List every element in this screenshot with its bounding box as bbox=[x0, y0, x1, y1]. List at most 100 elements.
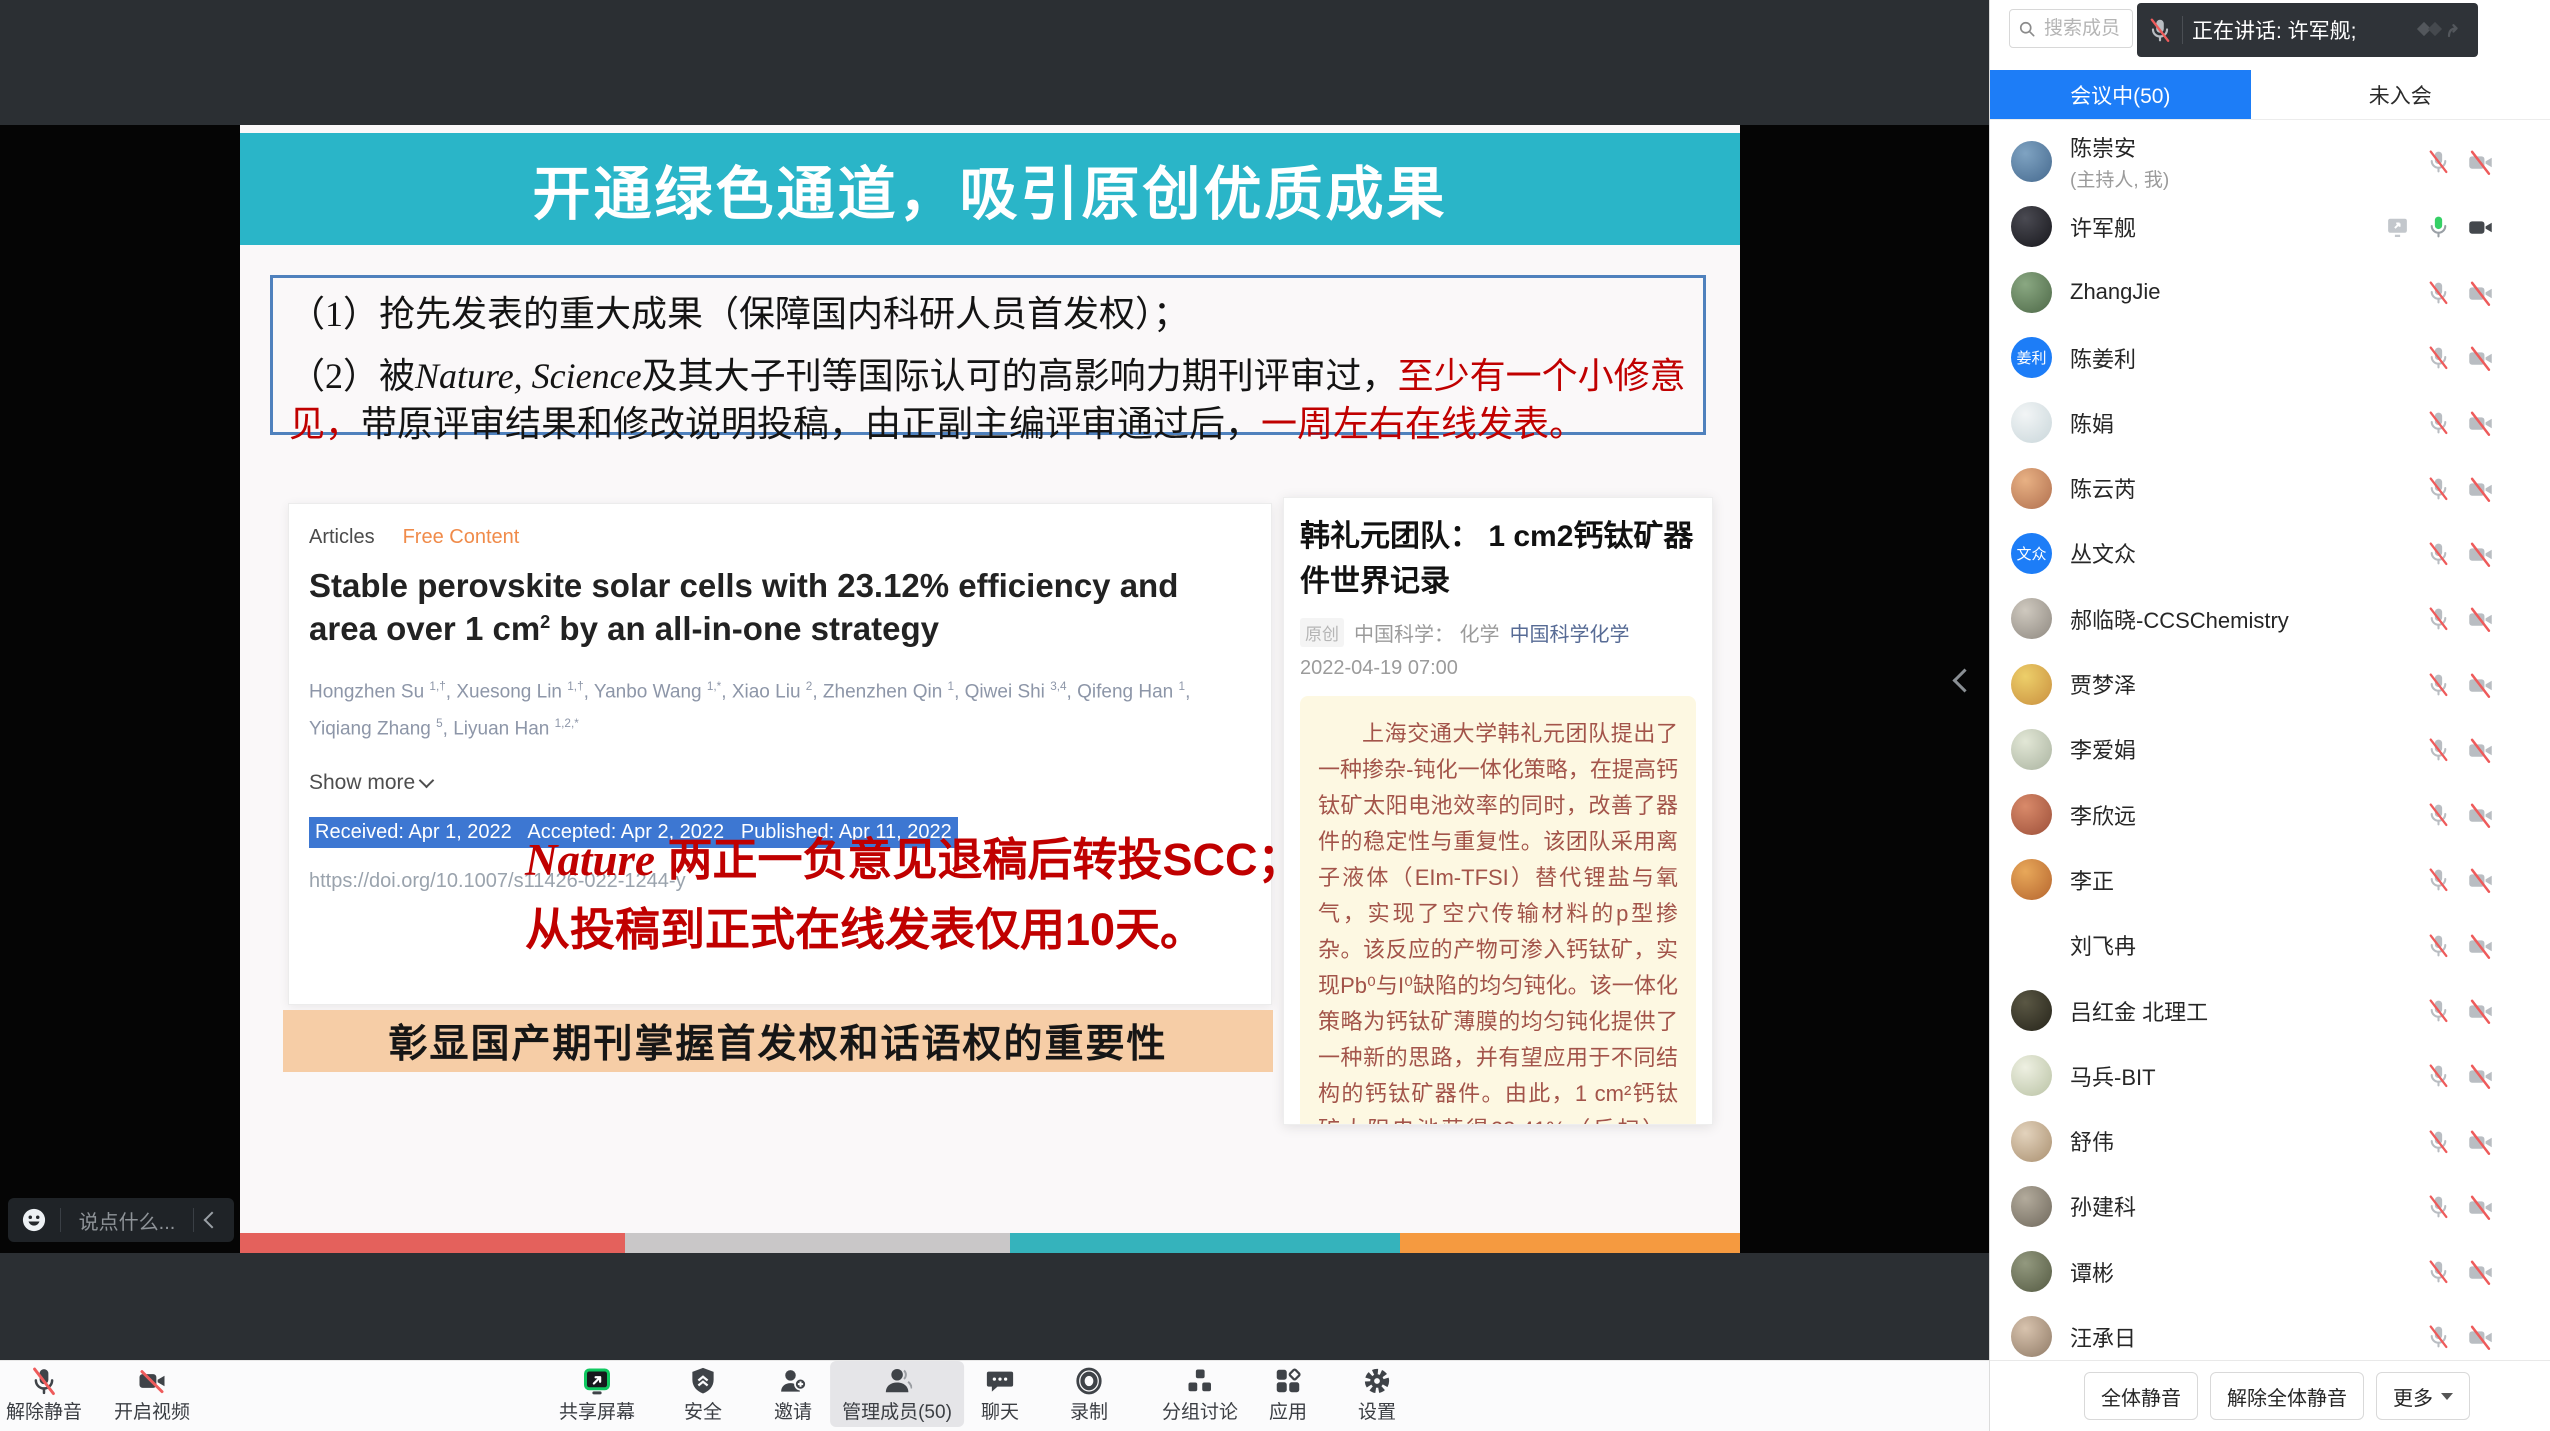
participant-row[interactable]: 郝临晓-CCSChemistry bbox=[1990, 586, 2550, 651]
participant-row[interactable]: 汪承日 bbox=[1990, 1304, 2550, 1360]
mic-muted-icon[interactable] bbox=[2426, 1063, 2451, 1088]
toast-layout-icons[interactable] bbox=[2408, 17, 2468, 43]
camera-on-icon[interactable] bbox=[2467, 214, 2492, 239]
speaking-indicator-toast: 正在讲话: 许军舰; bbox=[2137, 3, 2478, 57]
avatar bbox=[2011, 402, 2052, 443]
divider bbox=[2182, 16, 2183, 44]
chat-button[interactable]: 聊天 bbox=[981, 1366, 1019, 1424]
participant-row[interactable]: 文众丛文众 bbox=[1990, 521, 2550, 586]
camera-off-icon[interactable] bbox=[2467, 541, 2492, 566]
mic-muted-icon[interactable] bbox=[2426, 672, 2451, 697]
divider bbox=[193, 1208, 194, 1232]
participant-name: 刘飞冉 bbox=[2070, 929, 2136, 961]
mic-muted-icon[interactable] bbox=[2426, 933, 2451, 958]
strip-segment bbox=[240, 1233, 625, 1253]
participant-row[interactable]: 谭彬 bbox=[1990, 1239, 2550, 1304]
camera-off-icon[interactable] bbox=[2467, 933, 2492, 958]
participant-row[interactable]: 刘飞冉 bbox=[1990, 913, 2550, 978]
mic-muted-icon[interactable] bbox=[2426, 541, 2451, 566]
record-button[interactable]: 录制 bbox=[1070, 1366, 1108, 1424]
search-input[interactable] bbox=[2042, 17, 2125, 41]
mic-muted-icon[interactable] bbox=[2426, 1324, 2451, 1349]
participant-row[interactable]: 李正 bbox=[1990, 847, 2550, 912]
strip-segment bbox=[1010, 1233, 1400, 1253]
participant-name: 郝临晓-CCSChemistry bbox=[2070, 603, 2289, 635]
more-button[interactable]: 更多 bbox=[2376, 1372, 2470, 1420]
camera-off-icon[interactable] bbox=[2467, 672, 2492, 697]
camera-off-icon[interactable] bbox=[2467, 737, 2492, 762]
tab-in-meeting[interactable]: 会议中(50) bbox=[1990, 70, 2251, 119]
camera-off-icon[interactable] bbox=[2467, 1129, 2492, 1154]
mic-muted-icon[interactable] bbox=[2426, 1259, 2451, 1284]
members-panel: 正在讲话: 许军舰; 会议中(50) 未入会 陈崇安(主持人, 我)许军舰Zha… bbox=[1989, 0, 2550, 1431]
participant-row[interactable]: 李欣远 bbox=[1990, 782, 2550, 847]
camera-off-icon[interactable] bbox=[2467, 1324, 2492, 1349]
manage-members-button[interactable]: 管理成员(50) bbox=[830, 1361, 964, 1427]
mic-muted-icon[interactable] bbox=[2426, 476, 2451, 501]
tab-not-joined[interactable]: 未入会 bbox=[2251, 70, 2550, 119]
participant-row[interactable]: 马兵-BIT bbox=[1990, 1043, 2550, 1108]
camera-off-icon[interactable] bbox=[2467, 280, 2492, 305]
camera-off-icon[interactable] bbox=[2467, 867, 2492, 892]
start-video-button[interactable]: 开启视频 bbox=[114, 1366, 190, 1424]
participant-name: 马兵-BIT bbox=[2070, 1060, 2156, 1092]
participant-row[interactable]: 李爱娟 bbox=[1990, 717, 2550, 782]
security-button[interactable]: 安全 bbox=[684, 1366, 722, 1424]
mic-muted-icon[interactable] bbox=[2426, 1129, 2451, 1154]
wechat-account-link[interactable]: 中国科学化学 bbox=[1510, 618, 1630, 647]
mic-on-icon[interactable] bbox=[2426, 214, 2451, 239]
mic-muted-icon[interactable] bbox=[2426, 1194, 2451, 1219]
participant-row[interactable]: 贾梦泽 bbox=[1990, 651, 2550, 716]
camera-off-icon[interactable] bbox=[2467, 1194, 2492, 1219]
participant-row[interactable]: 姜利陈姜利 bbox=[1990, 325, 2550, 390]
mic-muted-icon[interactable] bbox=[2426, 802, 2451, 827]
avatar bbox=[2011, 206, 2052, 247]
camera-off-icon[interactable] bbox=[2467, 998, 2492, 1023]
show-more-link[interactable]: Show more bbox=[309, 771, 1251, 795]
camera-off-icon[interactable] bbox=[2467, 149, 2492, 174]
avatar bbox=[2011, 859, 2052, 900]
camera-off-icon[interactable] bbox=[2467, 476, 2492, 501]
settings-button[interactable]: 设置 bbox=[1358, 1366, 1396, 1424]
participant-name: 陈姜利 bbox=[2070, 342, 2136, 374]
participant-row[interactable]: 许军舰 bbox=[1990, 194, 2550, 259]
panel-tabs: 会议中(50) 未入会 bbox=[1990, 70, 2550, 120]
mic-muted-icon[interactable] bbox=[2426, 998, 2451, 1023]
share-screen-button[interactable]: 共享屏幕 bbox=[559, 1366, 635, 1424]
mic-muted-icon[interactable] bbox=[2426, 867, 2451, 892]
participant-row[interactable]: 陈娟 bbox=[1990, 390, 2550, 455]
camera-off-icon[interactable] bbox=[2467, 606, 2492, 631]
camera-off-icon[interactable] bbox=[2467, 345, 2492, 370]
camera-off-icon[interactable] bbox=[2467, 802, 2492, 827]
participant-name: 陈娟 bbox=[2070, 407, 2114, 439]
record-icon bbox=[1074, 1366, 1104, 1396]
participant-row[interactable]: 舒伟 bbox=[1990, 1108, 2550, 1173]
emoji-icon[interactable] bbox=[20, 1206, 48, 1234]
camera-off-icon[interactable] bbox=[2467, 1063, 2492, 1088]
mute-all-button[interactable]: 全体静音 bbox=[2084, 1372, 2198, 1420]
camera-off-icon[interactable] bbox=[2467, 1259, 2492, 1284]
participant-row[interactable]: ZhangJie bbox=[1990, 260, 2550, 325]
quick-chat-bar[interactable]: 说点什么... bbox=[8, 1198, 234, 1242]
camera-off-icon[interactable] bbox=[2467, 410, 2492, 435]
breakout-rooms-button[interactable]: 分组讨论 bbox=[1162, 1366, 1238, 1424]
mic-muted-icon[interactable] bbox=[2426, 345, 2451, 370]
mic-muted-icon[interactable] bbox=[2426, 737, 2451, 762]
mic-muted-icon[interactable] bbox=[2426, 606, 2451, 631]
member-search-box[interactable] bbox=[2009, 9, 2133, 48]
participant-row[interactable]: 陈崇安(主持人, 我) bbox=[1990, 129, 2550, 194]
chat-input-placeholder[interactable]: 说点什么... bbox=[73, 1206, 181, 1235]
panel-footer: 全体静音 解除全体静音 更多 bbox=[1990, 1360, 2550, 1431]
free-content-label: Free Content bbox=[403, 526, 520, 549]
participant-row[interactable]: 陈云芮 bbox=[1990, 455, 2550, 520]
apps-button[interactable]: 应用 bbox=[1269, 1366, 1307, 1424]
mic-muted-icon[interactable] bbox=[2426, 149, 2451, 174]
invite-button[interactable]: 邀请 bbox=[774, 1366, 812, 1424]
unmute-button[interactable]: 解除静音 bbox=[6, 1366, 82, 1424]
mic-muted-icon[interactable] bbox=[2426, 410, 2451, 435]
mic-muted-icon[interactable] bbox=[2426, 280, 2451, 305]
unmute-all-button[interactable]: 解除全体静音 bbox=[2210, 1372, 2364, 1420]
participant-row[interactable]: 孙建科 bbox=[1990, 1174, 2550, 1239]
chevron-left-icon[interactable] bbox=[204, 1212, 221, 1229]
participant-row[interactable]: 吕红金 北理工 bbox=[1990, 978, 2550, 1043]
